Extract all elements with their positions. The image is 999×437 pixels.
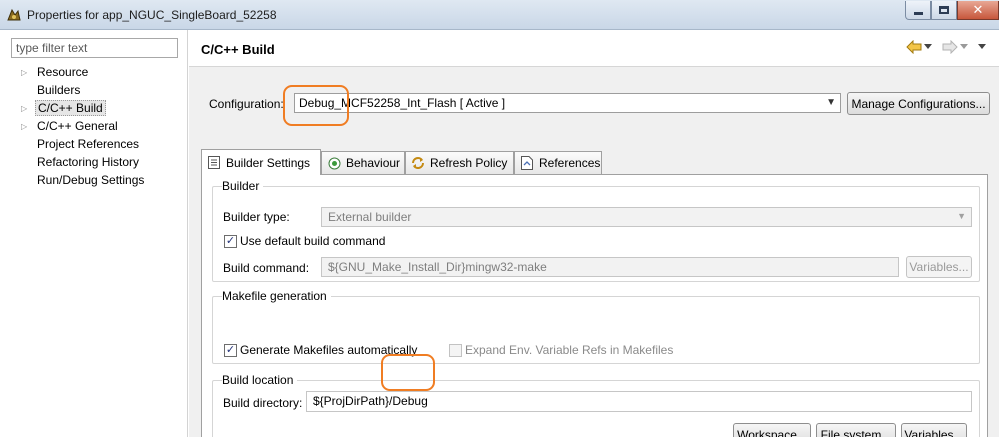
tab-behaviour[interactable]: Behaviour	[321, 151, 405, 174]
build-command-label: Build command:	[223, 261, 310, 275]
configuration-label: Configuration:	[209, 97, 284, 111]
expand-env-refs-checkbox[interactable]	[449, 344, 462, 357]
references-icon	[520, 156, 534, 170]
sidebar-item-label: Project References	[37, 137, 140, 151]
maximize-icon	[939, 6, 949, 14]
sidebar-item-label: C/C++ General	[37, 119, 118, 133]
sidebar-item-label: C/C++ Build	[35, 100, 106, 116]
tab-label: Behaviour	[346, 156, 401, 170]
sidebar-item-builders[interactable]: Builders	[21, 81, 82, 99]
tab-label: References	[539, 156, 601, 170]
builder-type-label: Builder type:	[223, 210, 290, 224]
radio-icon	[327, 156, 341, 170]
manage-configurations-button[interactable]: Manage Configurations...	[847, 92, 990, 115]
window-title: Properties for app_NGUC_SingleBoard_5225…	[27, 8, 277, 22]
properties-page: C/C++ Build Configuration: Debug_MCF5225…	[189, 30, 999, 437]
back-arrow-icon[interactable]	[905, 38, 923, 56]
filter-input[interactable]	[11, 38, 178, 58]
page-header: C/C++ Build	[189, 30, 999, 67]
configuration-value: Debug_MCF52258_Int_Flash [ Active ]	[299, 96, 506, 110]
build-directory-label: Build directory:	[223, 396, 303, 410]
sidebar-item-label: Resource	[37, 65, 89, 79]
sidebar-item-refactoring-history[interactable]: Refactoring History	[21, 153, 141, 171]
tab-refresh-policy[interactable]: Refresh Policy	[405, 151, 514, 174]
builder-type-value: External builder	[328, 210, 412, 224]
expand-arrow-icon[interactable]: ▷	[21, 122, 35, 131]
use-default-command-checkbox[interactable]: ✓	[224, 235, 237, 248]
forward-arrow-icon[interactable]	[941, 38, 959, 56]
forward-dropdown-icon[interactable]	[959, 38, 969, 56]
list-icon	[207, 156, 221, 170]
expand-arrow-icon[interactable]: ▷	[21, 104, 35, 113]
maximize-button[interactable]	[931, 1, 957, 20]
tab-builder-settings[interactable]: Builder Settings	[201, 149, 321, 175]
build-command-value: ${GNU_Make_Install_Dir}mingw32-make	[328, 260, 547, 274]
minimize-icon	[913, 11, 923, 15]
tab-references[interactable]: References	[514, 151, 602, 174]
generate-makefiles-checkbox[interactable]: ✓	[224, 344, 237, 357]
close-icon: ✕	[972, 2, 984, 17]
minimize-button[interactable]	[905, 1, 931, 20]
view-menu-icon[interactable]	[976, 38, 988, 56]
sidebar-item-run-debug-settings[interactable]: Run/Debug Settings	[21, 171, 146, 189]
page-title: C/C++ Build	[201, 42, 275, 57]
sidebar-item-project-references[interactable]: Project References	[21, 135, 141, 153]
builder-group-title: Builder	[222, 179, 264, 193]
expand-arrow-icon[interactable]: ▷	[21, 68, 35, 77]
use-default-command-label: Use default build command	[240, 234, 386, 248]
refresh-icon	[411, 156, 425, 170]
tab-label: Refresh Policy	[430, 156, 508, 170]
close-window-button[interactable]: ✕	[957, 1, 999, 20]
build-location-group-title: Build location	[222, 373, 298, 387]
builder-variables-button[interactable]: Variables...	[906, 256, 972, 278]
sidebar-item-label: Builders	[37, 83, 81, 97]
tab-label: Builder Settings	[226, 155, 311, 170]
build-directory-value: ${ProjDirPath}/Debug	[313, 394, 428, 408]
sidebar-item-cpp-build[interactable]: ▷ C/C++ Build	[21, 99, 106, 117]
eclipse-app-icon	[6, 7, 22, 23]
sidebar-item-resource[interactable]: ▷ Resource	[21, 63, 90, 81]
generate-makefiles-label: Generate Makefiles automatically	[240, 343, 418, 357]
build-command-input[interactable]: ${GNU_Make_Install_Dir}mingw32-make	[321, 257, 899, 277]
build-directory-input[interactable]: ${ProjDirPath}/Debug	[306, 391, 972, 412]
file-system-button[interactable]: File system...	[816, 423, 896, 437]
configuration-select[interactable]: Debug_MCF52258_Int_Flash [ Active ] ▼	[294, 93, 841, 113]
location-variables-button[interactable]: Variables...	[901, 423, 967, 437]
workspace-button[interactable]: Workspace...	[733, 423, 811, 437]
chevron-down-icon: ▼	[957, 211, 966, 221]
sidebar: ▷ Resource Builders ▷ C/C++ Build ▷ C/C+…	[0, 30, 188, 437]
sidebar-item-label: Run/Debug Settings	[37, 173, 145, 187]
builder-type-select[interactable]: External builder ▼	[321, 207, 972, 227]
expand-env-refs-label: Expand Env. Variable Refs in Makefiles	[465, 343, 674, 357]
back-dropdown-icon[interactable]	[923, 38, 933, 56]
makefile-group-title: Makefile generation	[222, 289, 331, 303]
builder-settings-panel: Builder Builder type: External builder ▼…	[201, 174, 988, 437]
sidebar-item-cpp-general[interactable]: ▷ C/C++ General	[21, 117, 120, 135]
chevron-down-icon: ▼	[826, 97, 836, 108]
title-bar: Properties for app_NGUC_SingleBoard_5225…	[0, 0, 999, 30]
sidebar-item-label: Refactoring History	[37, 155, 140, 169]
